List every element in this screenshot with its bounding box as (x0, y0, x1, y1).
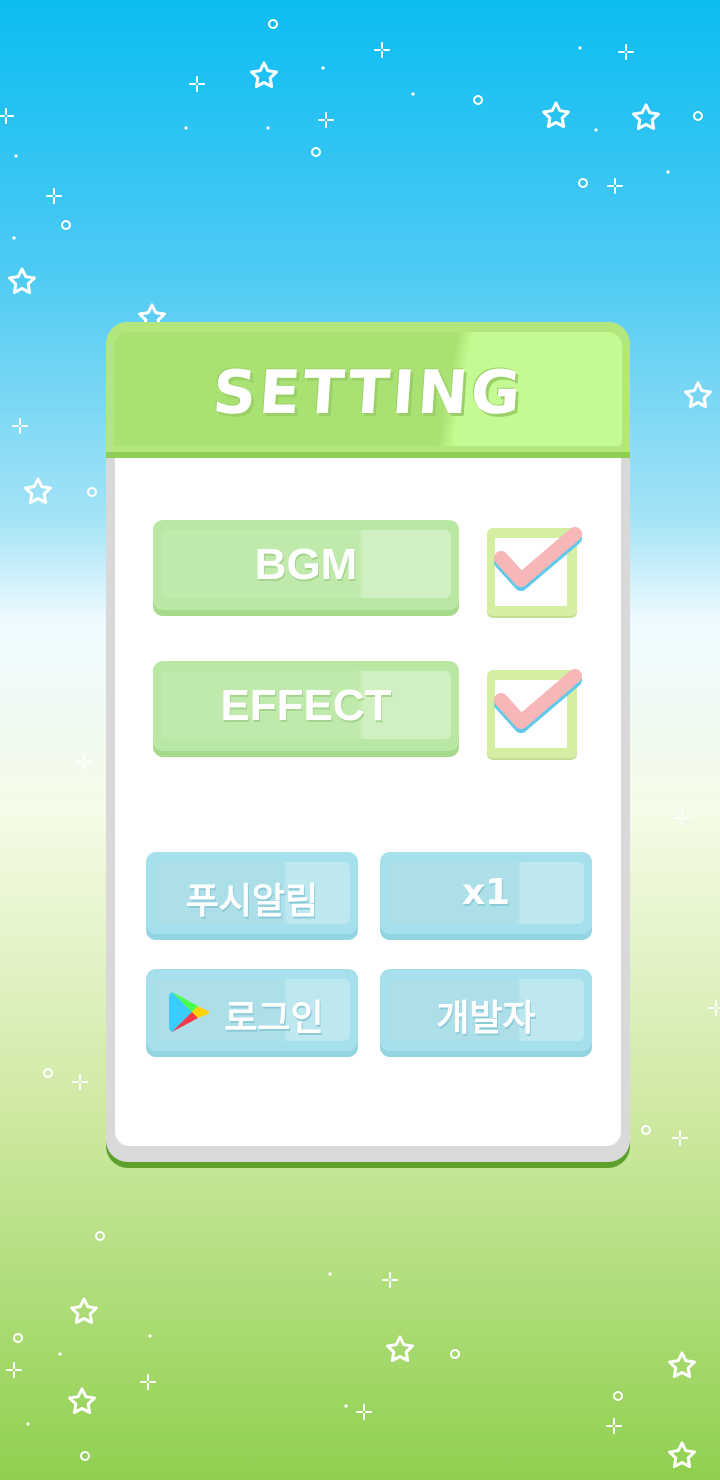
ring-decoration (450, 1349, 460, 1359)
ring-decoration (87, 487, 97, 497)
sparkle-decoration (46, 188, 62, 204)
sparkle-decoration (382, 1272, 398, 1288)
ring-decoration (473, 95, 483, 105)
star-decoration (70, 1297, 98, 1324)
star-decoration (8, 267, 36, 294)
dot-decoration (148, 1334, 152, 1338)
dot-decoration (578, 46, 582, 50)
speed-label: x1 (461, 872, 511, 913)
ring-decoration (613, 1391, 623, 1401)
ring-decoration (641, 1125, 651, 1135)
developer-button[interactable]: 개발자 (380, 969, 592, 1057)
effect-button[interactable]: EFFECT (153, 661, 459, 757)
star-decoration (68, 1387, 96, 1414)
ring-decoration (578, 178, 588, 188)
star-decoration (684, 381, 712, 408)
login-button[interactable]: 로그인 (146, 969, 358, 1057)
dot-decoration (58, 1352, 62, 1356)
dialog-title: SETTING (210, 358, 526, 428)
effect-checkbox[interactable] (487, 669, 582, 758)
developer-label: 개발자 (436, 998, 536, 1039)
ring-decoration (13, 1333, 23, 1343)
sparkle-decoration (0, 108, 14, 124)
checkmark-icon (494, 527, 582, 591)
star-decoration (542, 101, 570, 128)
sparkle-decoration (76, 754, 92, 770)
sparkle-decoration (708, 1000, 720, 1016)
dot-decoration (12, 236, 16, 240)
ring-decoration (311, 147, 321, 157)
bgm-button[interactable]: BGM (153, 520, 459, 616)
dot-decoration (321, 66, 325, 70)
effect-label: EFFECT (220, 681, 392, 730)
star-decoration (250, 61, 278, 88)
star-decoration (632, 103, 660, 130)
sparkle-decoration (189, 76, 205, 92)
star-decoration (386, 1335, 414, 1362)
sparkle-decoration (318, 112, 334, 128)
sparkle-decoration (12, 418, 28, 434)
ring-decoration (268, 19, 278, 29)
push-alarm-button[interactable]: 푸시알림 (146, 852, 358, 940)
star-decoration (24, 477, 52, 504)
sparkle-decoration (674, 810, 690, 826)
login-label: 로그인 (224, 998, 324, 1039)
star-decoration (668, 1351, 696, 1378)
sparkle-decoration (374, 42, 390, 58)
dot-decoration (328, 1272, 332, 1276)
ring-decoration (80, 1451, 90, 1461)
sparkle-decoration (607, 178, 623, 194)
star-decoration (668, 1441, 696, 1468)
ring-decoration (95, 1231, 105, 1241)
sparkle-decoration (606, 1418, 622, 1434)
dot-decoration (344, 1404, 348, 1408)
sparkle-decoration (356, 1404, 372, 1420)
sparkle-decoration (6, 1362, 22, 1378)
sparkle-decoration (618, 44, 634, 60)
speed-button[interactable]: x1 (380, 852, 592, 940)
checkmark-icon (494, 669, 582, 733)
dot-decoration (594, 128, 598, 132)
ring-decoration (43, 1068, 53, 1078)
dot-decoration (411, 92, 415, 96)
push-alarm-label: 푸시알림 (185, 881, 319, 922)
dot-decoration (184, 126, 188, 130)
dot-decoration (666, 170, 670, 174)
sparkle-decoration (72, 1074, 88, 1090)
dot-decoration (26, 1422, 30, 1426)
bgm-label: BGM (254, 540, 358, 589)
sparkle-decoration (140, 1374, 156, 1390)
bgm-checkbox[interactable] (487, 527, 582, 616)
dot-decoration (14, 154, 18, 158)
sparkle-decoration (672, 1130, 688, 1146)
dialog-header: SETTING (106, 322, 630, 458)
ring-decoration (693, 111, 703, 121)
dot-decoration (266, 126, 270, 130)
settings-dialog: SETTING BGM EFFECT 푸시알림 x1 로그인 개발자 (106, 322, 630, 1168)
ring-decoration (61, 220, 71, 230)
